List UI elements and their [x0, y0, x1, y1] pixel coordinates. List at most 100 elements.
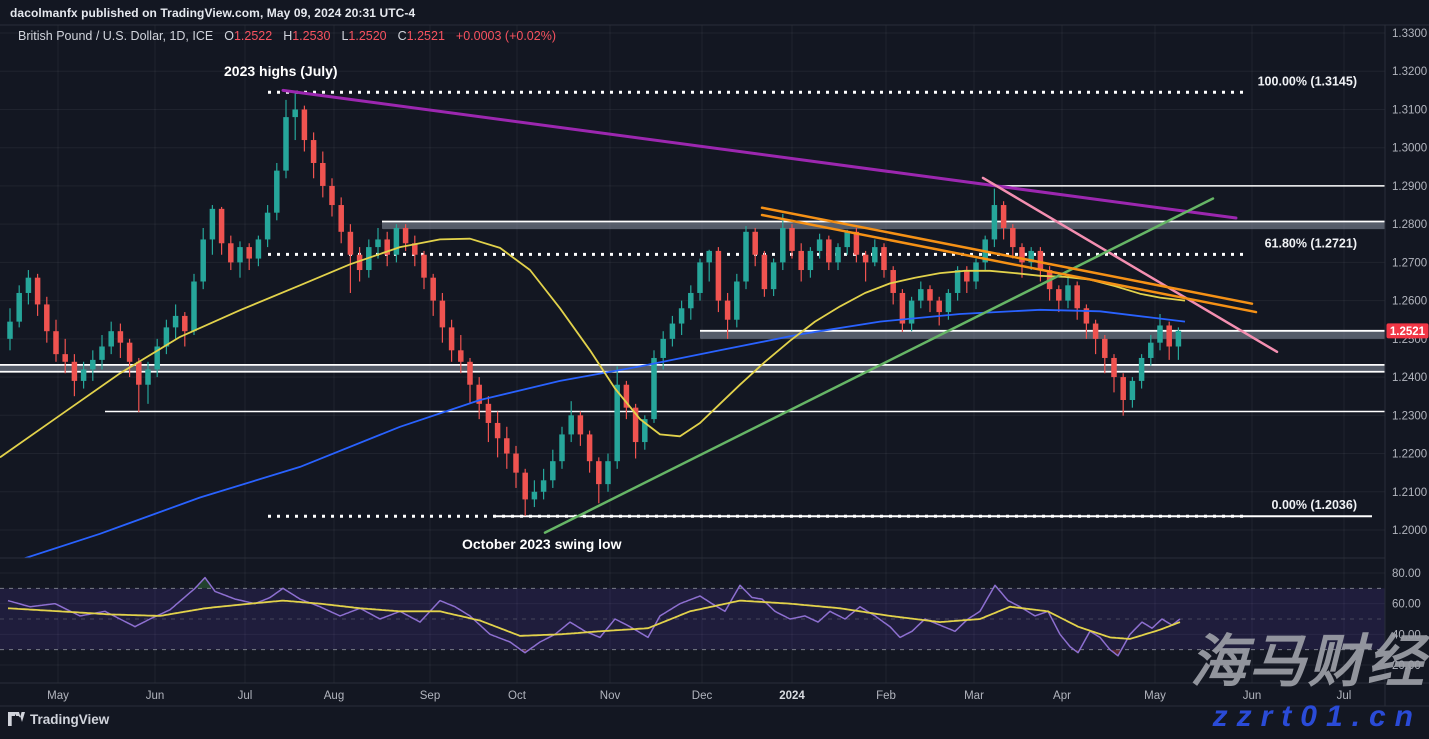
candle: [550, 461, 556, 480]
candle: [1176, 331, 1182, 347]
candle: [762, 255, 768, 289]
time-axis-label[interactable]: May: [1144, 690, 1166, 702]
candle: [679, 308, 685, 323]
candle: [486, 404, 492, 423]
candle: [789, 228, 795, 251]
candle: [909, 301, 915, 324]
price-axis-label[interactable]: 1.3200: [1392, 66, 1427, 78]
chart-canvas[interactable]: 100.00% (1.3145)61.80% (1.2721)0.00% (1.…: [0, 0, 1429, 739]
price-axis-label[interactable]: 1.2400: [1392, 372, 1427, 384]
time-axis-label[interactable]: Sep: [420, 690, 440, 702]
candle: [348, 232, 354, 255]
price-axis-label[interactable]: 1.3300: [1392, 28, 1427, 40]
candle: [955, 270, 961, 293]
tradingview-chart-page: 100.00% (1.3145)61.80% (1.2721)0.00% (1.…: [0, 0, 1429, 739]
candle: [1093, 324, 1099, 339]
candle: [697, 262, 703, 293]
annotation-text: 2023 highs (July): [224, 63, 338, 79]
candle: [568, 415, 574, 434]
candle: [596, 461, 602, 484]
candle: [513, 454, 519, 473]
candle: [918, 289, 924, 300]
price-axis-label[interactable]: 1.2800: [1392, 219, 1427, 231]
watermark-cjk: 海马财经: [1190, 634, 1426, 691]
candle: [467, 362, 473, 385]
rsi-axis-label[interactable]: 60.00: [1392, 599, 1421, 611]
time-axis-label[interactable]: Aug: [324, 690, 344, 702]
ohlc-high: H1.2530: [283, 29, 330, 43]
tradingview-attribution[interactable]: TradingView: [8, 712, 109, 727]
candle: [283, 117, 289, 171]
candle: [228, 243, 234, 262]
rsi-axis-label[interactable]: 80.00: [1392, 568, 1421, 580]
candle: [780, 228, 786, 262]
price-axis-label[interactable]: 1.3000: [1392, 143, 1427, 155]
candle: [651, 358, 657, 419]
candle: [53, 331, 59, 354]
candle: [338, 205, 344, 232]
annotation-text: October 2023 swing low: [462, 536, 622, 552]
time-axis-label[interactable]: May: [47, 690, 69, 702]
time-axis-label[interactable]: Dec: [692, 690, 713, 702]
time-axis-label[interactable]: 2024: [779, 690, 805, 702]
price-axis-label[interactable]: 1.2700: [1392, 257, 1427, 269]
candle: [1056, 289, 1062, 300]
time-axis-label[interactable]: Apr: [1053, 690, 1071, 702]
price-axis-label[interactable]: 1.2600: [1392, 296, 1427, 308]
candle: [872, 247, 878, 262]
candle: [725, 301, 731, 320]
candle: [375, 239, 381, 247]
price-axis-label[interactable]: 1.3100: [1392, 104, 1427, 116]
candle: [973, 262, 979, 281]
candle: [992, 205, 998, 239]
candle: [237, 247, 243, 262]
candle: [118, 331, 124, 342]
candle: [817, 239, 823, 250]
candle: [532, 492, 538, 500]
ma-fast-line: [0, 239, 1185, 458]
ma-slow-line: [0, 310, 1185, 567]
candle: [881, 247, 887, 270]
candle: [752, 232, 758, 255]
symbol-info-row[interactable]: British Pound / U.S. Dollar, 1D, ICEO1.2…: [18, 29, 556, 43]
price-axis-label[interactable]: 1.2100: [1392, 487, 1427, 499]
price-axis-label[interactable]: 1.2300: [1392, 410, 1427, 422]
fib-level-label: 100.00% (1.3145): [1258, 74, 1357, 88]
candle: [614, 385, 620, 461]
watermark-domain: zzrt01.cn: [1213, 702, 1422, 732]
last-price-value: 1.2521: [1390, 326, 1426, 338]
trendline-orange-channel-lower[interactable]: [762, 215, 1256, 312]
candle: [559, 434, 565, 461]
candle: [771, 262, 777, 289]
candle: [1120, 377, 1126, 400]
support-resistance-zone: [382, 221, 1385, 229]
candle: [108, 331, 114, 346]
time-axis-label[interactable]: Feb: [876, 690, 896, 702]
candle: [302, 109, 308, 140]
candle: [541, 480, 547, 491]
time-axis-label[interactable]: Mar: [964, 690, 984, 702]
candle: [394, 228, 400, 255]
candle: [62, 354, 67, 362]
price-axis-label[interactable]: 1.2200: [1392, 449, 1427, 461]
candle: [927, 289, 933, 300]
candle: [716, 251, 722, 301]
candle: [320, 163, 326, 186]
candle: [706, 251, 712, 262]
candle: [449, 327, 455, 350]
time-axis-label[interactable]: Jul: [238, 690, 253, 702]
candle: [1038, 251, 1044, 270]
time-axis-label[interactable]: Nov: [600, 690, 621, 702]
candle: [1074, 285, 1080, 308]
candle: [798, 251, 804, 270]
price-axis-label[interactable]: 1.2900: [1392, 181, 1427, 193]
price-axis-label[interactable]: 1.2000: [1392, 525, 1427, 537]
candle: [421, 255, 427, 278]
ohlc-open: O1.2522: [224, 29, 272, 43]
candle: [522, 473, 528, 500]
time-axis-label[interactable]: Oct: [508, 690, 527, 702]
tradingview-logo-icon: [8, 712, 25, 727]
candle: [292, 109, 298, 117]
fib-level-label: 61.80% (1.2721): [1265, 236, 1357, 250]
time-axis-label[interactable]: Jun: [146, 690, 165, 702]
